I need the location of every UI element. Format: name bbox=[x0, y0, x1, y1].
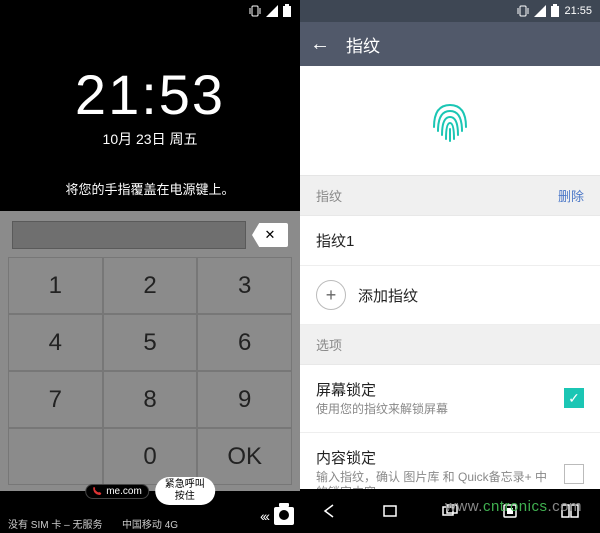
screen-lock-title: 屏幕锁定 bbox=[316, 379, 552, 400]
key-3[interactable]: 3 bbox=[197, 257, 292, 314]
clock-block: 21:53 10月 23日 周五 bbox=[0, 62, 300, 149]
settings-header: ← 指纹 bbox=[300, 22, 600, 66]
signal-icon bbox=[534, 5, 546, 17]
status-bar-right: 21:55 bbox=[300, 0, 600, 22]
screen-lock-sub: 使用您的指纹来解锁屏幕 bbox=[316, 402, 552, 418]
delete-action[interactable]: 删除 bbox=[558, 186, 584, 205]
sim-status: 没有 SIM 卡 – 无服务 bbox=[8, 516, 102, 531]
add-fingerprint-row[interactable]: + 添加指纹 bbox=[300, 266, 600, 325]
key-grid: 1 2 3 4 5 6 7 8 9 0 OK bbox=[8, 257, 292, 485]
section-fingerprints: 指纹 删除 bbox=[300, 176, 600, 216]
lock-time: 21:53 bbox=[0, 62, 300, 127]
wm-prefix: www. bbox=[445, 498, 483, 515]
lock-bottom-bar: me.com 紧急呼叫 按住 没有 SIM 卡 – 无服务 中国移动 4G ‹‹… bbox=[0, 491, 300, 533]
key-7[interactable]: 7 bbox=[8, 371, 103, 428]
header-title: 指纹 bbox=[346, 32, 380, 57]
backspace-button[interactable]: ✕ bbox=[252, 223, 288, 247]
nav-back[interactable] bbox=[317, 501, 343, 521]
nav-home[interactable] bbox=[377, 501, 403, 521]
section-fp-label: 指纹 bbox=[316, 186, 342, 205]
wm-main: cntronics bbox=[483, 498, 548, 515]
section-opts-label: 选项 bbox=[316, 335, 342, 354]
back-button[interactable]: ← bbox=[310, 33, 330, 56]
key-1[interactable]: 1 bbox=[8, 257, 103, 314]
watermark: www.cntronics.com bbox=[445, 498, 582, 515]
pin-input[interactable] bbox=[12, 221, 246, 249]
battery-icon bbox=[282, 4, 292, 18]
key-6[interactable]: 6 bbox=[197, 314, 292, 371]
screen-lock-row[interactable]: 屏幕锁定 使用您的指纹来解锁屏幕 ✓ bbox=[300, 365, 600, 433]
lock-date: 10月 23日 周五 bbox=[0, 129, 300, 149]
emergency-row: me.com 紧急呼叫 按住 bbox=[85, 477, 215, 505]
emergency-button[interactable]: 紧急呼叫 按住 bbox=[155, 477, 215, 505]
fingerprint-item-1[interactable]: 指纹1 bbox=[300, 216, 600, 266]
add-fp-label: 添加指纹 bbox=[358, 285, 584, 306]
key-4[interactable]: 4 bbox=[8, 314, 103, 371]
fingerprint-settings-phone: 21:55 ← 指纹 指纹 删除 指纹1 + bbox=[300, 0, 600, 533]
content-lock-checkbox[interactable] bbox=[564, 464, 584, 484]
status-bar-left bbox=[0, 0, 300, 22]
key-9[interactable]: 9 bbox=[197, 371, 292, 428]
key-5[interactable]: 5 bbox=[103, 314, 198, 371]
fingerprint-graphic bbox=[300, 66, 600, 176]
plus-icon: + bbox=[316, 280, 346, 310]
vibrate-icon bbox=[516, 5, 530, 17]
key-8[interactable]: 8 bbox=[103, 371, 198, 428]
pin-pad: ✕ 1 2 3 4 5 6 7 8 9 0 OK bbox=[0, 211, 300, 491]
fingerprint-icon bbox=[418, 89, 482, 153]
vibrate-icon bbox=[248, 5, 262, 17]
section-options: 选项 bbox=[300, 325, 600, 365]
swipe-chevrons-icon[interactable]: ‹‹‹ bbox=[260, 508, 268, 524]
wm-suffix: .com bbox=[547, 498, 582, 515]
carrier-label: 中国移动 4G bbox=[122, 516, 178, 531]
content-lock-title: 内容锁定 bbox=[316, 447, 552, 468]
emergency-pill[interactable]: me.com bbox=[85, 484, 149, 499]
signal-icon bbox=[266, 5, 278, 17]
emerg-prefix: me.com bbox=[106, 486, 142, 497]
status-time: 21:55 bbox=[564, 5, 592, 17]
fingerprint-hint: 将您的手指覆盖在电源键上。 bbox=[0, 179, 300, 198]
key-2[interactable]: 2 bbox=[103, 257, 198, 314]
camera-shortcut[interactable] bbox=[274, 507, 294, 525]
fp1-label: 指纹1 bbox=[316, 230, 584, 251]
screen-lock-checkbox[interactable]: ✓ bbox=[564, 388, 584, 408]
battery-icon bbox=[550, 4, 560, 18]
lock-screen-phone: 21:53 10月 23日 周五 将您的手指覆盖在电源键上。 ✕ 1 2 3 4… bbox=[0, 0, 300, 533]
phone-icon bbox=[92, 486, 102, 496]
